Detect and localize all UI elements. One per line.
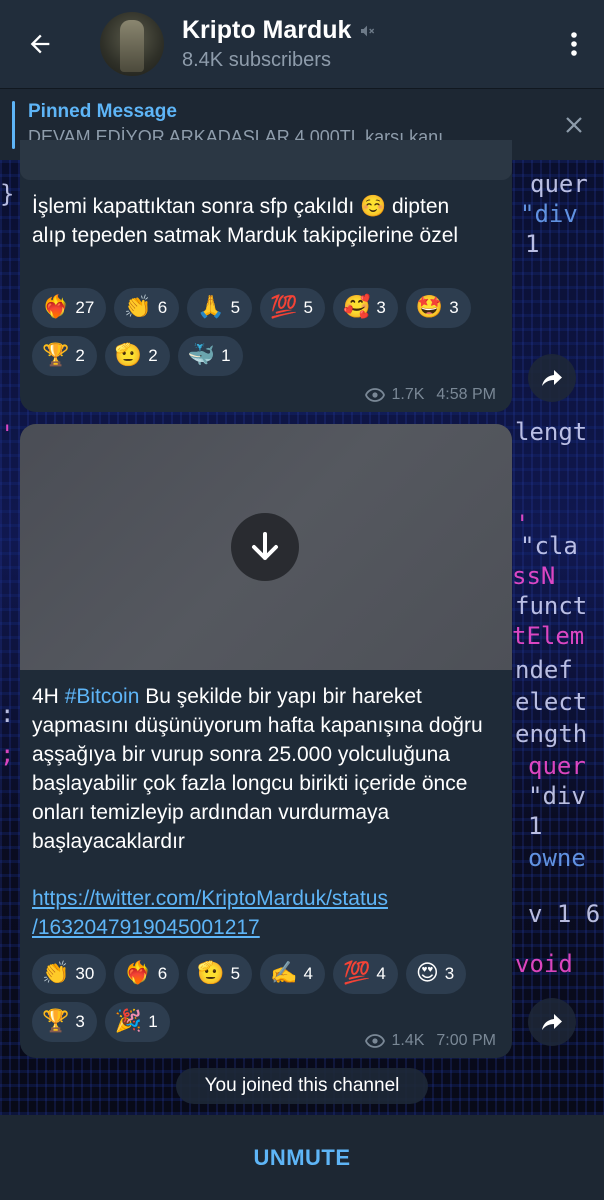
share-arrow-icon [542, 1014, 562, 1030]
video-thumbnail[interactable] [20, 424, 512, 670]
subscriber-count: 8.4K subscribers [182, 49, 331, 71]
reaction-chip[interactable]: 🫡 2 [104, 336, 170, 376]
reaction-chip[interactable]: ✍️ 4 [260, 954, 325, 994]
url-link-line-1[interactable]: https://twitter.com/KriptoMarduk/status [32, 884, 502, 913]
reaction-chip[interactable]: 🤩 3 [405, 288, 471, 328]
message-time: 4:58 PM [436, 386, 496, 403]
message-url[interactable]: https://twitter.com/KriptoMarduk/status … [32, 884, 502, 942]
close-icon [566, 116, 582, 133]
message-meta: 1.7K 4:58 PM [365, 386, 496, 404]
message-bubble[interactable]: İşlemi kapattıktan sonra sfp çakıldı ☺️ … [20, 140, 512, 412]
close-pinned-button[interactable] [544, 89, 604, 161]
reaction-chip[interactable]: 🎉 1 [104, 1002, 170, 1042]
message-time: 7:00 PM [436, 1032, 496, 1049]
channel-title: Kripto Marduk [182, 16, 352, 44]
reactions-row: 👏 30 ❤️‍🔥 6 🫡 5 ✍️ 4 💯 4 😍 3 🏆 3 🎉 1 [32, 954, 502, 1042]
reaction-chip[interactable]: 💯 4 [332, 954, 398, 994]
reaction-chip[interactable]: 👏 6 [114, 288, 180, 328]
message-text: İşlemi kapattıktan sonra sfp çakıldı ☺️ … [32, 195, 459, 247]
reaction-chip[interactable]: 🐳 1 [177, 336, 243, 376]
download-arrow-icon [252, 532, 278, 560]
reactions-row: ❤️‍🔥 27 👏 6 🙏 5 💯 5 🥰 3 🤩 3 🏆 2 🫡 2 🐳 1 [32, 288, 502, 376]
hashtag-link[interactable]: #Bitcoin [65, 685, 140, 708]
reaction-chip[interactable]: 😍 3 [405, 954, 467, 994]
previous-media-edge [20, 140, 512, 180]
reaction-chip[interactable]: 👏 30 [32, 954, 107, 994]
share-arrow-icon [542, 370, 562, 386]
channel-info[interactable]: Kripto Marduk 8.4K subscribers [182, 16, 544, 72]
bottom-bar: UNMUTE [0, 1115, 604, 1200]
more-vertical-icon [571, 32, 577, 56]
download-button[interactable] [231, 513, 299, 581]
reaction-chip[interactable]: 🏆 2 [32, 336, 97, 376]
back-button[interactable] [0, 0, 80, 88]
share-button[interactable] [528, 354, 576, 402]
reaction-chip[interactable]: ❤️‍🔥 6 [114, 954, 180, 994]
reaction-chip[interactable]: 🫡 5 [187, 954, 253, 994]
message-bubble[interactable]: 4H #Bitcoin Bu şekilde bir yapı bir hare… [20, 424, 512, 1058]
arrow-left-icon [30, 34, 50, 54]
pinned-label: Pinned Message [28, 101, 177, 122]
share-button[interactable] [528, 998, 576, 1046]
eye-icon [365, 1034, 386, 1048]
reaction-chip[interactable]: 🥰 3 [332, 288, 398, 328]
unmute-button[interactable]: UNMUTE [253, 1145, 350, 1171]
message-meta: 1.4K 7:00 PM [365, 1032, 496, 1050]
pinned-indicator [12, 100, 15, 149]
speaker-muted-icon [361, 25, 375, 36]
message-text: 4H #Bitcoin Bu şekilde bir yapı bir hare… [32, 685, 483, 853]
chat-header: Kripto Marduk 8.4K subscribers [0, 0, 604, 88]
channel-avatar[interactable] [100, 12, 164, 76]
more-menu-button[interactable] [544, 0, 604, 88]
reaction-chip[interactable]: 💯 5 [260, 288, 325, 328]
view-count: 1.4K [391, 1032, 425, 1049]
reaction-chip[interactable]: ❤️‍🔥 27 [32, 288, 107, 328]
url-link-line-2[interactable]: /1632047919045001217 [32, 913, 502, 942]
eye-icon [365, 388, 386, 402]
reaction-chip[interactable]: 🏆 3 [32, 1002, 97, 1042]
view-count: 1.7K [391, 386, 425, 403]
reaction-chip[interactable]: 🙏 5 [187, 288, 253, 328]
service-message: You joined this channel [176, 1068, 428, 1104]
